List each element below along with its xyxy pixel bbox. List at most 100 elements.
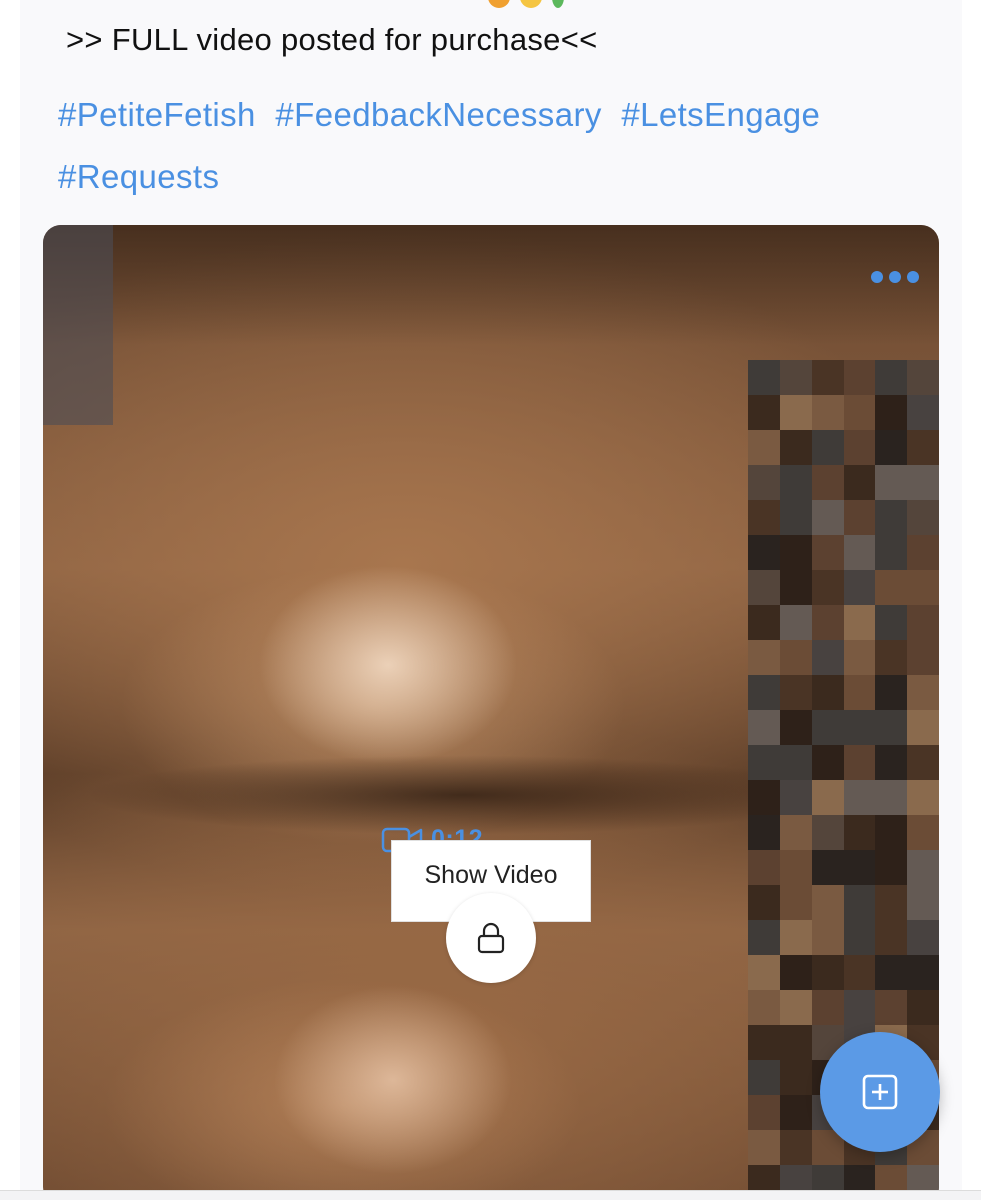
hashtag-link[interactable]: #Requests bbox=[58, 158, 219, 195]
pixel-block bbox=[843, 675, 876, 710]
pixel-block bbox=[748, 1130, 780, 1165]
pixel-block bbox=[811, 640, 844, 675]
thumbnail-shadow bbox=[83, 755, 843, 835]
pixel-block bbox=[779, 920, 812, 955]
pixel-block bbox=[748, 710, 780, 745]
pixel-block bbox=[748, 955, 780, 990]
pixel-block bbox=[748, 605, 780, 640]
pixel-block bbox=[843, 815, 876, 850]
pixel-block bbox=[811, 675, 844, 710]
pixel-block bbox=[875, 500, 908, 535]
pixel-block bbox=[875, 990, 908, 1025]
pixel-block bbox=[811, 990, 844, 1025]
pixel-block bbox=[907, 815, 939, 850]
pixel-block bbox=[811, 535, 844, 570]
hashtag-link[interactable]: #LetsEngage bbox=[621, 96, 820, 133]
pixel-block bbox=[875, 850, 908, 885]
pixel-block bbox=[907, 640, 939, 675]
pixel-block bbox=[875, 570, 908, 605]
pixel-block bbox=[843, 570, 876, 605]
hashtag-list: #PetiteFetish #FeedbackNecessary #LetsEn… bbox=[58, 84, 918, 208]
thumbnail-fabric bbox=[43, 225, 113, 425]
pixel-block bbox=[907, 675, 939, 710]
pixel-block bbox=[875, 955, 908, 990]
pixel-block bbox=[907, 605, 939, 640]
pixel-block bbox=[779, 1060, 812, 1095]
pixel-block bbox=[779, 850, 812, 885]
pixel-block bbox=[843, 780, 876, 815]
pixel-block bbox=[875, 535, 908, 570]
pixel-block bbox=[811, 780, 844, 815]
pixel-block bbox=[811, 710, 844, 745]
pixel-block bbox=[779, 395, 812, 430]
pixel-block bbox=[907, 360, 939, 395]
pixel-block bbox=[811, 500, 844, 535]
pixel-block bbox=[907, 430, 939, 465]
pixel-block bbox=[779, 675, 812, 710]
unlock-button[interactable] bbox=[446, 893, 536, 983]
new-post-button[interactable] bbox=[820, 1032, 940, 1152]
pixel-block bbox=[811, 885, 844, 920]
show-video-label: Show Video bbox=[424, 861, 558, 889]
thumbnail-highlight bbox=[258, 565, 518, 765]
pixel-block bbox=[907, 990, 939, 1025]
pixel-block bbox=[748, 780, 780, 815]
pixel-block bbox=[748, 430, 780, 465]
pixel-block bbox=[875, 780, 908, 815]
pixel-block bbox=[875, 920, 908, 955]
pixel-block bbox=[843, 850, 876, 885]
thumbnail-shade bbox=[43, 225, 939, 345]
pixel-block bbox=[811, 920, 844, 955]
pixel-block bbox=[907, 395, 939, 430]
pixel-block bbox=[811, 745, 844, 780]
pixel-block bbox=[748, 1060, 780, 1095]
pixel-block bbox=[748, 465, 780, 500]
pixel-block bbox=[811, 850, 844, 885]
pixel-block bbox=[907, 465, 939, 500]
pixel-block bbox=[811, 465, 844, 500]
post-caption: >> FULL video posted for purchase<< bbox=[66, 22, 598, 57]
pixel-block bbox=[779, 990, 812, 1025]
pixel-block bbox=[875, 640, 908, 675]
pixel-block bbox=[875, 430, 908, 465]
hashtag-link[interactable]: #FeedbackNecessary bbox=[275, 96, 601, 133]
pixel-block bbox=[907, 920, 939, 955]
pixel-block bbox=[748, 850, 780, 885]
pixel-block bbox=[811, 605, 844, 640]
pixel-block bbox=[748, 640, 780, 675]
pixel-block bbox=[779, 885, 812, 920]
pixel-block bbox=[875, 745, 908, 780]
pixel-block bbox=[811, 570, 844, 605]
pixel-block bbox=[779, 430, 812, 465]
pixel-block bbox=[907, 955, 939, 990]
pixel-block bbox=[779, 780, 812, 815]
emoji-2 bbox=[520, 0, 542, 8]
pixel-block bbox=[779, 640, 812, 675]
pixel-block bbox=[811, 395, 844, 430]
video-thumbnail[interactable]: 0:12 Show Video bbox=[43, 225, 939, 1200]
pixel-block bbox=[907, 745, 939, 780]
pixel-block bbox=[843, 745, 876, 780]
pixel-block bbox=[779, 500, 812, 535]
pixel-block bbox=[843, 640, 876, 675]
pixel-block bbox=[843, 710, 876, 745]
pixel-block bbox=[875, 710, 908, 745]
pixel-block bbox=[843, 535, 876, 570]
pixel-block bbox=[843, 990, 876, 1025]
pixel-block bbox=[843, 500, 876, 535]
pixel-block bbox=[779, 535, 812, 570]
pixel-block bbox=[748, 395, 780, 430]
thumbnail-highlight bbox=[273, 985, 513, 1175]
pixel-block bbox=[843, 465, 876, 500]
hashtag-link[interactable]: #PetiteFetish bbox=[58, 96, 256, 133]
pixel-block bbox=[779, 1025, 812, 1060]
pixel-block bbox=[779, 465, 812, 500]
emoji-1 bbox=[488, 0, 510, 8]
pixel-block bbox=[779, 360, 812, 395]
pixel-block bbox=[875, 605, 908, 640]
pixel-block bbox=[843, 430, 876, 465]
pixel-block bbox=[907, 570, 939, 605]
pixel-block bbox=[875, 675, 908, 710]
lock-icon bbox=[477, 922, 505, 954]
more-options-button[interactable] bbox=[871, 265, 919, 289]
